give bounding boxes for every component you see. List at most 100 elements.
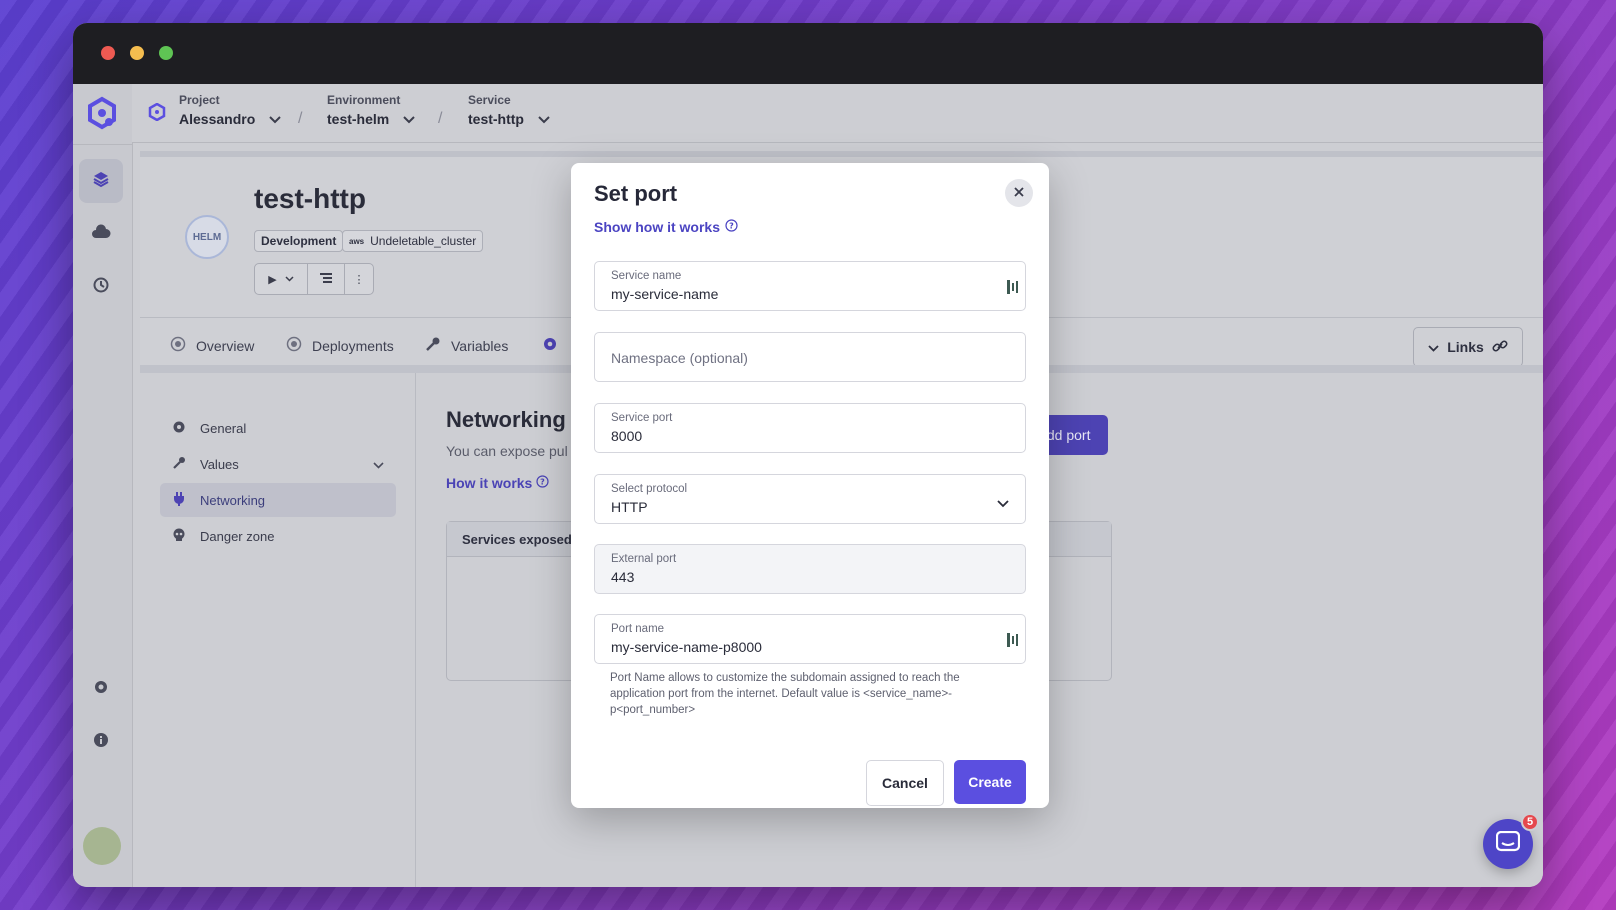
environment-badge: Development [254,230,344,252]
chat-launcher-button[interactable]: 5 [1483,813,1539,869]
chevron-down-icon [285,273,294,285]
key-icon [172,456,186,473]
help-circle-icon: ? [725,219,738,235]
help-circle-icon: ? [536,475,549,491]
modal-close-button[interactable] [1005,179,1033,207]
logs-button[interactable] [308,264,345,294]
skull-icon [172,528,186,545]
password-manager-icon[interactable] [1006,632,1020,653]
password-manager-icon[interactable] [1006,279,1020,300]
links-button[interactable]: Links [1413,327,1523,367]
settings-nav-danger-zone[interactable]: Danger zone [160,519,396,553]
rail-divider [73,144,132,145]
close-icon [1013,185,1025,201]
cloud-icon [91,223,111,245]
namespace-placeholder: Namespace (optional) [611,350,748,366]
crumb-project-label: Project [179,93,220,107]
chevron-down-icon [1428,339,1439,355]
helm-logo-icon: HELM [185,215,229,259]
crumb-project-value: Alessandro [179,111,256,127]
crumb-environment[interactable]: Environment test-helm [327,93,415,127]
rail-services-button[interactable] [79,159,123,203]
service-name-label: Service name [611,270,682,282]
chat-unread-badge: 5 [1521,813,1539,831]
crumb-environment-label: Environment [327,93,401,107]
settings-nav-networking[interactable]: Networking [160,483,396,517]
minimize-window-button[interactable] [130,46,144,60]
show-how-it-works-link[interactable]: Show how it works ? [594,219,738,235]
chat-icon [1495,830,1521,858]
deployments-icon [286,336,302,355]
settings-nav-label: Danger zone [200,528,275,544]
namespace-field[interactable]: Namespace (optional) [594,332,1026,382]
chevron-down-icon [269,111,281,127]
tab-deployments[interactable]: Deployments [286,336,394,355]
left-rail [73,84,133,887]
external-port-label: External port [611,553,677,565]
gear-icon [172,420,186,437]
org-logo-icon [148,102,166,126]
crumb-project[interactable]: Project Alessandro [179,93,281,127]
modal-title: Set port [594,181,678,206]
port-name-label: Port name [611,623,665,635]
cluster-badge: aws Undeletable_cluster [342,230,484,252]
links-label: Links [1447,339,1484,355]
external-port-field: External port 443 [594,544,1026,594]
rail-clusters-button[interactable] [79,212,123,256]
service-port-label: Service port [611,412,673,424]
close-window-button[interactable] [101,46,115,60]
how-it-works-label: How it works [446,475,533,491]
how-it-works-link[interactable]: How it works ? [446,475,549,491]
tab-deployments-label: Deployments [312,337,394,354]
rail-settings-button[interactable] [79,667,123,711]
crumb-service-value: test-http [468,111,524,127]
user-avatar[interactable] [83,827,121,865]
tab-variables-label: Variables [451,337,509,354]
service-name-field[interactable]: Service name my-service-name [594,261,1026,311]
rail-history-button[interactable] [79,265,123,309]
tab-overview[interactable]: Overview [170,336,254,355]
gear-icon [542,336,558,355]
app-logo-icon[interactable] [85,96,119,130]
settings-nav-label: Values [200,456,239,472]
settings-nav-general[interactable]: General [160,411,396,445]
protocol-select[interactable]: Select protocol HTTP [594,474,1026,524]
service-port-value: 8000 [611,428,643,444]
crumb-separator: / [438,110,443,127]
settings-nav: General Values Networking Danger zone [140,373,416,887]
tab-variables[interactable]: Variables [425,336,508,355]
tab-settings[interactable] [542,336,558,355]
protocol-value: HTTP [611,499,648,515]
key-icon [425,336,441,355]
plug-icon [172,491,186,509]
settings-nav-values[interactable]: Values [160,447,396,481]
tab-overview-label: Overview [196,337,255,354]
deploy-dropdown-button[interactable]: ▶ [255,264,308,294]
service-name-value: my-service-name [611,286,719,302]
crumb-environment-value: test-helm [327,111,390,127]
crumb-service-label: Service [468,93,511,107]
networking-description: You can expose pul [446,443,568,459]
protocol-label: Select protocol [611,483,688,495]
cancel-button[interactable]: Cancel [866,760,944,806]
maximize-window-button[interactable] [159,46,173,60]
chevron-down-icon [997,495,1009,513]
play-icon: ▶ [268,273,277,286]
crumb-service[interactable]: Service test-http [468,93,550,127]
settings-nav-label: General [200,420,247,436]
crumb-separator: / [298,110,303,127]
cluster-badge-label: Undeletable_cluster [370,234,477,248]
networking-title: Networking [446,407,566,432]
rail-info-button[interactable] [79,720,123,764]
gear-icon [92,678,110,701]
more-button[interactable]: ⋮ [345,264,373,294]
chevron-down-icon [403,111,415,127]
service-port-field[interactable]: Service port 8000 [594,403,1026,453]
svg-text:?: ? [729,222,734,231]
overview-icon [170,336,186,355]
port-name-field[interactable]: Port name my-service-name-p8000 [594,614,1026,664]
create-button[interactable]: Create [954,760,1026,804]
external-port-value: 443 [611,569,635,585]
logs-icon [320,272,332,286]
service-title: test-http [254,183,366,214]
